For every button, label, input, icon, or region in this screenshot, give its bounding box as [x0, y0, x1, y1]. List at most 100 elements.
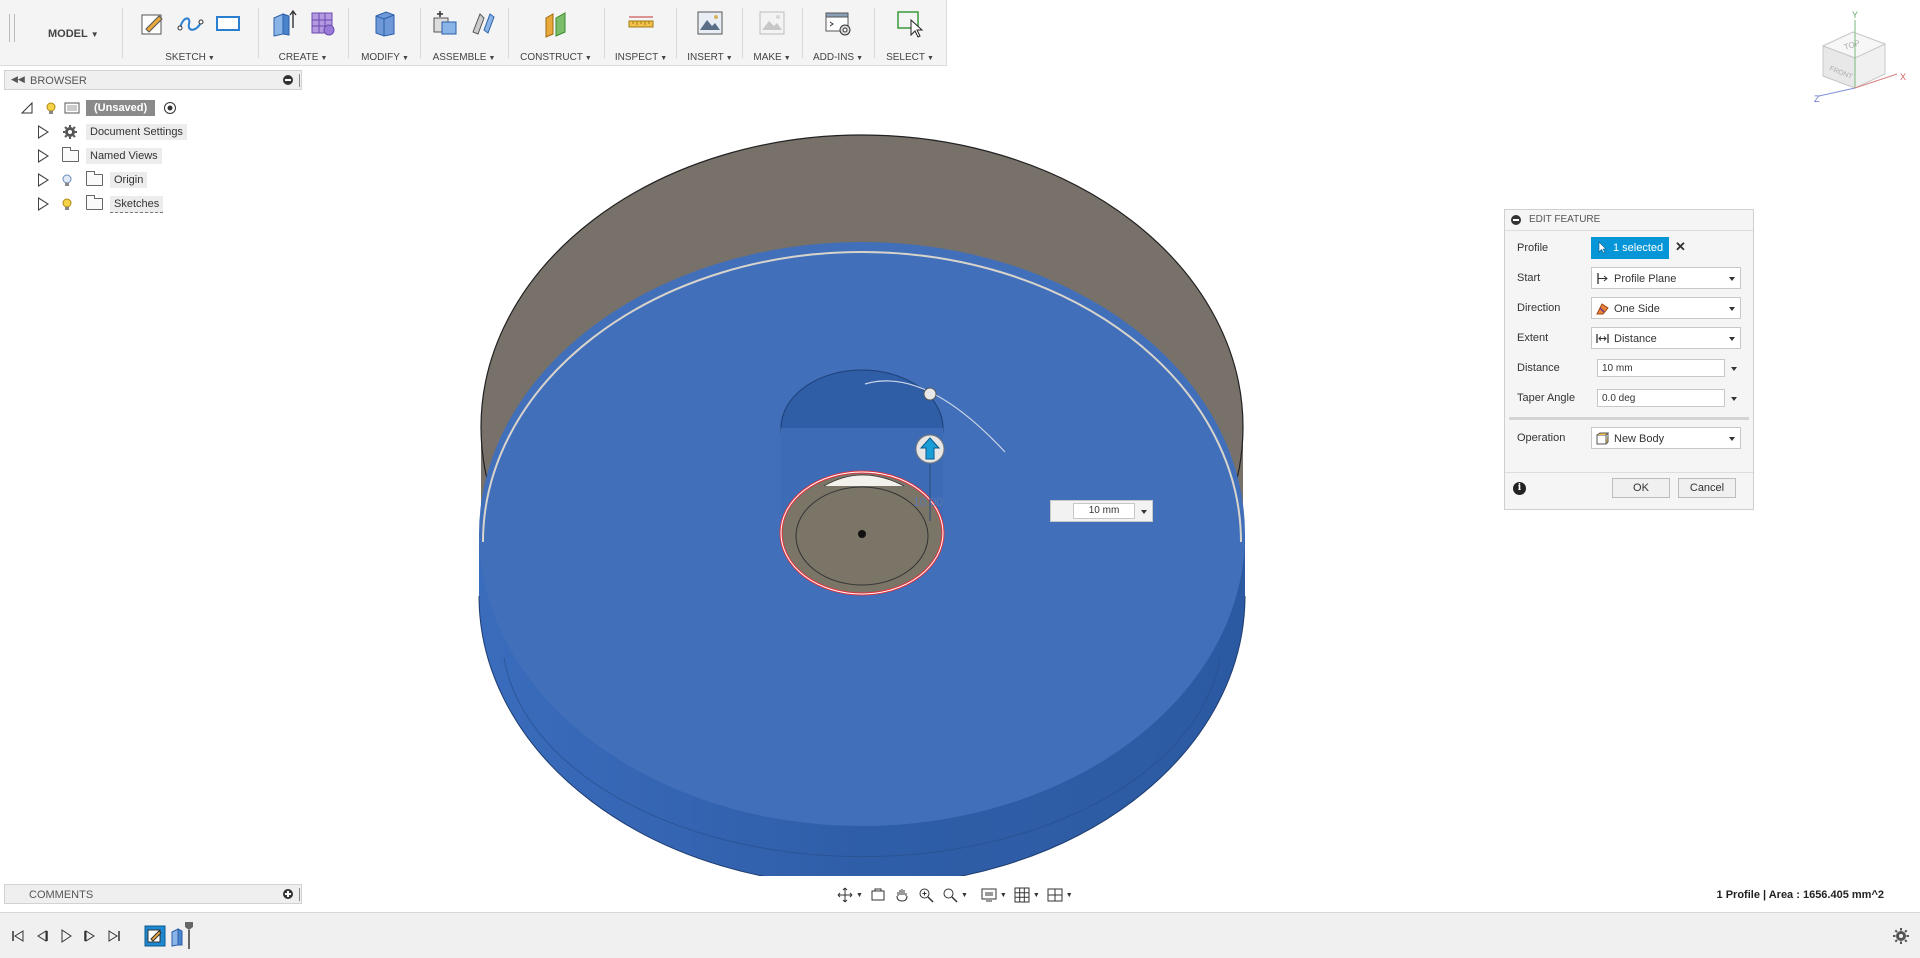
offset-plane-icon[interactable]: [541, 8, 571, 38]
dialog-header[interactable]: EDIT FEATURE: [1505, 210, 1753, 231]
distance-input[interactable]: 10 mm: [1597, 359, 1725, 377]
z-axis-label: Z: [1814, 94, 1820, 104]
operation-dropdown[interactable]: New Body: [1591, 427, 1741, 449]
pin-icon[interactable]: [299, 888, 302, 901]
minimize-icon[interactable]: [283, 75, 293, 85]
timeline-marker-icon[interactable]: [184, 921, 194, 949]
scripts-addins-icon[interactable]: [823, 8, 853, 38]
timeline-settings-gear-icon[interactable]: [1892, 927, 1910, 945]
go-to-start-icon[interactable]: [10, 928, 26, 944]
spline-icon[interactable]: [175, 8, 205, 38]
comments-panel-header[interactable]: COMMENTS: [4, 884, 302, 904]
inspect-menu[interactable]: INSPECT ▼: [608, 52, 674, 63]
info-icon[interactable]: i: [1513, 482, 1526, 495]
profile-label: Profile: [1517, 242, 1549, 254]
pan-icon[interactable]: [893, 886, 911, 904]
press-pull-icon[interactable]: [370, 8, 400, 38]
display-settings-icon[interactable]: [980, 886, 998, 904]
modify-menu[interactable]: MODIFY ▼: [352, 52, 418, 63]
graphics-canvas[interactable]: 10.00: [300, 66, 1520, 887]
taper-angle-input[interactable]: 0.0 deg: [1597, 389, 1725, 407]
activate-radio-icon[interactable]: [163, 101, 177, 115]
chevron-down-icon[interactable]: ▼: [1000, 892, 1007, 899]
model-viewport[interactable]: 10.00: [300, 66, 1520, 887]
form-icon[interactable]: [307, 8, 337, 38]
expand-arrow-icon[interactable]: [38, 173, 50, 187]
select-icon[interactable]: [895, 8, 925, 38]
toolbar-grip[interactable]: [9, 14, 15, 42]
browser-root-row[interactable]: (Unsaved): [20, 98, 177, 118]
workspace-switcher[interactable]: MODEL ▼: [48, 28, 99, 40]
chevron-down-icon[interactable]: ▼: [961, 892, 968, 899]
distance-value-field[interactable]: 10 mm: [1073, 503, 1135, 519]
tree-item-document-settings[interactable]: Document Settings: [38, 122, 187, 142]
play-icon[interactable]: [58, 928, 74, 944]
expand-arrow-icon[interactable]: [38, 149, 50, 163]
tree-item-named-views[interactable]: Named Views: [38, 146, 162, 166]
add-ins-menu[interactable]: ADD-INS ▼: [806, 52, 870, 63]
chevron-down-icon[interactable]: ▼: [1033, 892, 1040, 899]
look-at-icon[interactable]: [869, 886, 887, 904]
visibility-bulb-icon[interactable]: [46, 102, 56, 115]
fit-icon[interactable]: [941, 886, 959, 904]
dialog-separator: [1509, 417, 1749, 420]
expand-arrow-icon[interactable]: [38, 125, 50, 139]
orbit-icon[interactable]: [836, 886, 854, 904]
collapse-dialog-icon[interactable]: [1511, 215, 1521, 225]
add-comment-icon[interactable]: [283, 889, 293, 899]
create-menu[interactable]: CREATE ▼: [262, 52, 344, 63]
inspect-label: INSPECT: [614, 52, 659, 63]
grid-settings-icon[interactable]: [1013, 886, 1031, 904]
clear-selection-icon[interactable]: ✕: [1675, 239, 1686, 255]
rectangle-icon[interactable]: [213, 8, 243, 38]
measure-icon[interactable]: [626, 8, 656, 38]
select-group: SELECT ▼: [878, 4, 942, 63]
step-back-icon[interactable]: [34, 928, 50, 944]
chevron-down-icon[interactable]: [1731, 397, 1737, 401]
3d-print-icon[interactable]: [757, 8, 787, 38]
make-menu[interactable]: MAKE ▼: [746, 52, 798, 63]
distance-arrow-handle[interactable]: [915, 434, 945, 464]
start-dropdown[interactable]: Profile Plane: [1591, 267, 1741, 289]
profile-selection-button[interactable]: 1 selected: [1591, 237, 1669, 259]
go-to-end-icon[interactable]: [106, 928, 122, 944]
step-forward-icon[interactable]: [82, 928, 98, 944]
viewports-icon[interactable]: [1046, 886, 1064, 904]
edit-feature-dialog: EDIT FEATURE Profile 1 selected ✕ Start …: [1504, 209, 1754, 510]
taper-angle-handle[interactable]: [923, 387, 937, 401]
direction-dropdown[interactable]: One Side: [1591, 297, 1741, 319]
visibility-bulb-icon[interactable]: [62, 198, 72, 211]
direction-row: Direction One Side: [1505, 296, 1753, 320]
expand-triangle-icon[interactable]: [20, 101, 34, 115]
tree-item-sketches[interactable]: Sketches: [38, 194, 164, 214]
timeline-sketch-icon[interactable]: [144, 925, 166, 947]
tree-item-origin[interactable]: Origin: [38, 170, 148, 190]
chevron-down-icon[interactable]: ▼: [1066, 892, 1073, 899]
y-axis-label: Y: [1852, 10, 1858, 20]
distance-manipulator-input[interactable]: 10 mm: [1050, 500, 1153, 522]
chevron-down-icon[interactable]: ▼: [856, 892, 863, 899]
create-sketch-icon[interactable]: [137, 8, 167, 38]
toolbar-divider: [508, 8, 509, 58]
new-component-icon[interactable]: [430, 8, 460, 38]
visibility-bulb-off-icon[interactable]: [62, 174, 72, 187]
insert-menu[interactable]: INSERT ▼: [680, 52, 740, 63]
select-menu[interactable]: SELECT ▼: [878, 52, 942, 63]
cancel-button[interactable]: Cancel: [1678, 478, 1736, 498]
chevron-down-icon[interactable]: [1141, 510, 1147, 514]
workspace-label: MODEL: [48, 28, 88, 40]
joint-icon[interactable]: [468, 8, 498, 38]
tree-item-label: Named Views: [86, 148, 162, 164]
viewcube[interactable]: TOP FRONT Y X Z: [1805, 4, 1915, 114]
insert-image-icon[interactable]: [695, 8, 725, 38]
assemble-menu[interactable]: ASSEMBLE ▼: [424, 52, 504, 63]
zoom-icon[interactable]: [917, 886, 935, 904]
ok-button[interactable]: OK: [1612, 478, 1670, 498]
construct-menu[interactable]: CONSTRUCT ▼: [512, 52, 600, 63]
chevron-down-icon[interactable]: [1731, 367, 1737, 371]
collapse-panel-icon[interactable]: ◀◀: [11, 74, 25, 85]
sketch-menu[interactable]: SKETCH ▼: [126, 52, 254, 63]
expand-arrow-icon[interactable]: [38, 197, 50, 211]
extrude-icon[interactable]: [269, 8, 299, 38]
extent-dropdown[interactable]: Distance: [1591, 327, 1741, 349]
